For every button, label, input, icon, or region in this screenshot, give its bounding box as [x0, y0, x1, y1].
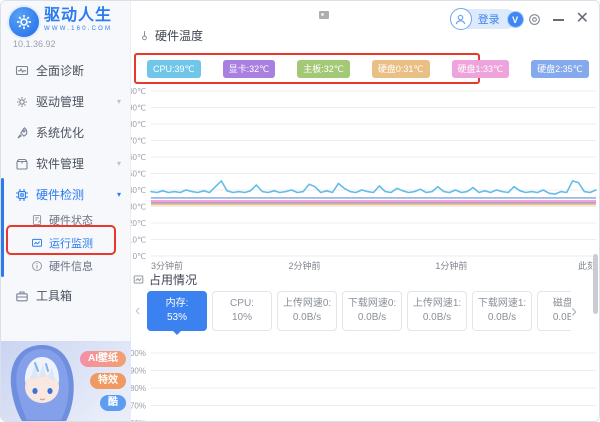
usage-section-header: 占用情况	[133, 271, 197, 288]
app-name: 驱动人生	[44, 7, 112, 25]
vertical-scrollbar-thumb[interactable]	[593, 254, 598, 314]
promo-pill-0: AI壁纸	[80, 351, 126, 367]
driver-gear-icon	[15, 95, 29, 109]
mini-image-icon	[319, 11, 329, 19]
temp-badge-motherboard[interactable]: 主板:32℃	[297, 60, 350, 78]
software-box-icon	[15, 157, 29, 171]
svg-text:10℃: 10℃	[131, 235, 146, 244]
promo-pill-1: 特效	[90, 373, 126, 389]
temp-badge-cpu[interactable]: CPU:39℃	[147, 60, 201, 78]
svg-text:70℃: 70℃	[131, 136, 146, 145]
thermometer-icon	[139, 30, 150, 41]
app-site: WWW.160.COM	[44, 25, 112, 33]
sidebar-item-driver-management[interactable]: 驱动管理 ▾	[1, 86, 131, 117]
vip-badge: V	[507, 11, 524, 28]
usage-card-disk-0[interactable]: 磁盘0: 0.0B/s	[537, 291, 571, 331]
sidebar-toolbox-row: 工具箱	[1, 280, 131, 311]
temperature-badges-annotated-box: CPU:39℃显卡:32℃主板:32℃硬盘0:31℃硬盘1:33℃硬盘2:35℃	[134, 53, 480, 84]
svg-text:90℃: 90℃	[131, 103, 146, 112]
svg-text:70%: 70%	[131, 401, 146, 410]
info-icon	[31, 260, 43, 272]
diagnosis-icon	[15, 64, 29, 78]
app-window: 驱动人生 WWW.160.COM 10.1.36.92 全面诊断 驱动管理 ▾ …	[0, 0, 600, 422]
promo-banner[interactable]: AI壁纸特效酷	[1, 341, 131, 422]
temperature-chart: 100℃ 90℃ 80℃ 70℃ 60℃ 50℃ 40℃ 30℃ 20℃ 10℃ 0℃ 3分钟前 2分钟…	[131, 85, 600, 281]
usage-card-cpu[interactable]: CPU: 10%	[212, 291, 272, 331]
hardware-chip-icon	[15, 188, 29, 202]
svg-text:60℃: 60℃	[131, 153, 146, 162]
sidebar-nav: 全面诊断 驱动管理 ▾ 系统优化 软件管理 ▾ 硬件检测 ▾	[1, 55, 131, 210]
login-button[interactable]: 登录 V	[452, 8, 516, 30]
svg-text:50℃: 50℃	[131, 169, 146, 178]
sidebar-item-system-optimization[interactable]: 系统优化	[1, 117, 131, 148]
svg-text:100℃: 100℃	[131, 87, 146, 96]
temp-badge-disk1[interactable]: 硬盘1:33℃	[452, 60, 510, 78]
cards-viewport: 内存: 53% CPU: 10% 上传网速0: 0.0B/s 下载网速0: 0.…	[147, 291, 571, 337]
sidebar-item-toolbox[interactable]: 工具箱	[1, 280, 131, 311]
app-version: 10.1.36.92	[13, 39, 56, 49]
usage-card-memory[interactable]: 内存: 53%	[147, 291, 207, 331]
temp-badge-disk2[interactable]: 硬盘2:35℃	[531, 60, 589, 78]
svg-text:30℃: 30℃	[131, 202, 146, 211]
logo-gear-icon	[9, 7, 39, 37]
usage-card-download-0[interactable]: 下载网速0: 0.0B/s	[342, 291, 402, 331]
titlebar-controls: 登录 V ✕	[452, 8, 589, 30]
usage-section-title: 占用情况	[149, 271, 197, 288]
sidebar-subitem-hardware-info[interactable]: 硬件信息	[1, 254, 131, 277]
sidebar-subitem-run-monitor[interactable]: 运行监测	[1, 231, 131, 254]
temperature-section-title: 硬件温度	[155, 27, 203, 44]
toolbox-icon	[15, 289, 29, 303]
login-label: 登录	[478, 11, 500, 27]
svg-text:80%: 80%	[131, 384, 146, 393]
svg-text:2分钟前: 2分钟前	[288, 260, 320, 271]
svg-text:0℃: 0℃	[133, 252, 146, 261]
usage-cards-row: ‹ 内存: 53% CPU: 10% 上传网速0: 0.0B/s 下载网速0: …	[131, 290, 600, 336]
svg-text:100%: 100%	[131, 349, 146, 358]
sidebar-item-hardware-detection[interactable]: 硬件检测 ▾	[1, 179, 131, 210]
usage-card-upload-0[interactable]: 上传网速0: 0.0B/s	[277, 291, 337, 331]
usage-chart: 100%90%80%70%60%	[131, 339, 600, 422]
main-panel: 硬件温度 CPU:39℃ 显卡:32℃ 主板:32℃ 硬盘0:31℃ 硬盘1:33℃ 硬盘…	[131, 1, 600, 422]
rocket-icon	[15, 126, 29, 140]
promo-badges: AI壁纸特效酷	[80, 351, 126, 411]
svg-text:1分钟前: 1分钟前	[435, 260, 467, 271]
usage-card-upload-1[interactable]: 上传网速1: 0.0B/s	[407, 291, 467, 331]
close-button[interactable]: ✕	[576, 12, 589, 26]
usage-chart-icon	[133, 274, 144, 285]
svg-text:3分钟前: 3分钟前	[151, 260, 183, 271]
doc-status-icon	[31, 214, 43, 226]
minimize-button[interactable]	[553, 12, 565, 26]
sidebar-item-full-diagnosis[interactable]: 全面诊断	[1, 55, 131, 86]
monitor-chart-icon	[31, 237, 43, 249]
usage-card-download-1[interactable]: 下载网速1: 0.0B/s	[472, 291, 532, 331]
sidebar-subitem-hardware-status[interactable]: 硬件状态	[1, 208, 131, 231]
svg-text:90%: 90%	[131, 366, 146, 375]
promo-pill-2: 酷	[100, 395, 126, 411]
temperature-section-header: 硬件温度	[139, 27, 203, 44]
sidebar: 驱动人生 WWW.160.COM 10.1.36.92 全面诊断 驱动管理 ▾ …	[1, 1, 131, 422]
cards-scroll-right-icon[interactable]: ›	[571, 300, 577, 322]
sidebar-subnav: 硬件状态 运行监测 硬件信息	[1, 208, 131, 277]
svg-text:80℃: 80℃	[131, 120, 146, 129]
avatar	[450, 8, 472, 30]
temp-badge-disk0[interactable]: 硬盘0:31℃	[372, 60, 430, 78]
sidebar-item-software-management[interactable]: 软件管理 ▾	[1, 148, 131, 179]
cards-scroll-left-icon[interactable]: ‹	[135, 300, 140, 322]
temp-badge-gpu[interactable]: 显卡:32℃	[223, 60, 276, 78]
app-logo: 驱动人生 WWW.160.COM	[9, 7, 112, 37]
svg-text:40℃: 40℃	[131, 186, 146, 195]
settings-gear-icon[interactable]	[527, 12, 542, 27]
promo-character-image	[1, 341, 83, 422]
svg-text:20℃: 20℃	[131, 219, 146, 228]
